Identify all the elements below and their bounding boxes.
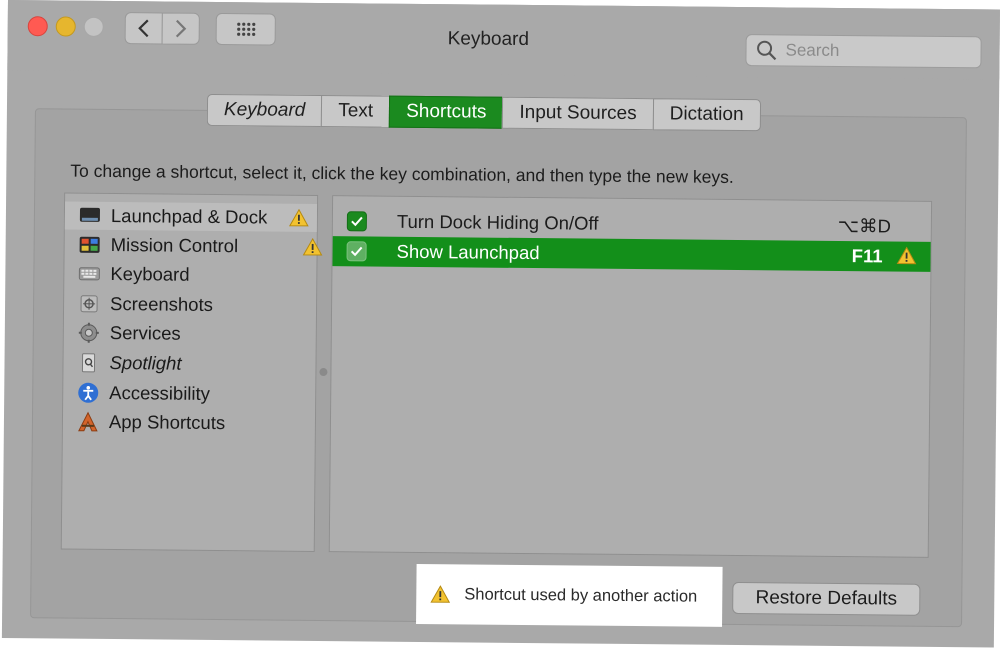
category-label: App Shortcuts [109, 411, 225, 434]
category-label: Spotlight [109, 352, 181, 375]
category-launchpad-dock[interactable]: Launchpad & Dock [65, 202, 317, 232]
gear-icon [78, 323, 100, 343]
tab-shortcuts[interactable]: Shortcuts [389, 96, 503, 129]
close-button[interactable] [28, 16, 48, 36]
shortcut-keys[interactable]: ⌥⌘D [838, 215, 891, 238]
search-icon [755, 39, 777, 61]
shortcut-list[interactable]: Turn Dock Hiding On/Off ⌥⌘D Show Launchp… [329, 195, 932, 558]
preferences-window: Keyboard Keyboard Text Shortcuts Input S… [2, 0, 1000, 647]
split-view-handle[interactable] [319, 368, 327, 376]
show-all-button[interactable] [216, 13, 276, 46]
shortcut-label: Turn Dock Hiding On/Off [397, 211, 599, 235]
category-services[interactable]: Services [78, 319, 181, 348]
shortcut-checkbox[interactable] [347, 211, 367, 231]
category-label: Accessibility [109, 382, 210, 405]
tab-dictation[interactable]: Dictation [652, 98, 760, 131]
tab-keyboard[interactable]: Keyboard [207, 94, 322, 127]
category-label: Mission Control [111, 234, 239, 257]
category-accessibility[interactable]: Accessibility [77, 379, 210, 408]
conflict-legend: Shortcut used by another action [416, 564, 723, 627]
search-field[interactable] [745, 34, 981, 68]
app-shortcuts-icon [77, 412, 99, 432]
accessibility-icon [77, 383, 99, 403]
warning-icon [303, 238, 323, 256]
checkmark-icon [350, 215, 364, 227]
minimize-button[interactable] [56, 16, 76, 36]
category-mission-control[interactable]: Mission Control [79, 231, 239, 261]
checkmark-icon [350, 245, 364, 257]
zoom-button[interactable] [84, 17, 104, 37]
legend-text: Shortcut used by another action [464, 585, 697, 606]
shortcut-checkbox[interactable] [347, 241, 367, 261]
screenshots-icon [78, 294, 100, 314]
tab-bar: Keyboard Text Shortcuts Input Sources Di… [207, 94, 761, 131]
shortcut-keys[interactable]: F11 [852, 245, 883, 267]
mission-control-icon [79, 235, 101, 255]
window-title: Keyboard [448, 28, 530, 51]
tab-text[interactable]: Text [321, 95, 389, 128]
category-list[interactable]: Launchpad & Dock Mission Control Keyboar… [61, 193, 318, 552]
category-keyboard[interactable]: Keyboard [78, 260, 189, 289]
category-label: Screenshots [110, 293, 213, 316]
chevron-left-icon [137, 18, 151, 38]
category-label: Launchpad & Dock [111, 205, 268, 228]
search-input[interactable] [783, 39, 967, 63]
category-screenshots[interactable]: Screenshots [78, 290, 213, 319]
forward-button[interactable] [162, 12, 200, 44]
tab-input-sources[interactable]: Input Sources [502, 97, 653, 130]
spotlight-icon [77, 353, 99, 373]
warning-icon [897, 247, 917, 265]
title-bar: Keyboard [7, 0, 1000, 80]
grid-icon [217, 14, 275, 45]
warning-icon [430, 585, 450, 603]
category-label: Services [110, 322, 181, 345]
keyboard-icon [78, 264, 100, 284]
shortcut-label: Show Launchpad [396, 241, 539, 264]
warning-icon [289, 209, 309, 227]
category-label: Keyboard [110, 263, 189, 286]
back-button[interactable] [125, 12, 163, 44]
category-app-shortcuts[interactable]: App Shortcuts [77, 408, 225, 437]
shortcut-row-selected[interactable]: Show Launchpad F11 [332, 236, 930, 272]
restore-defaults-button[interactable]: Restore Defaults [732, 582, 920, 616]
chevron-right-icon [174, 19, 188, 39]
category-spotlight[interactable]: Spotlight [77, 349, 181, 378]
launchpad-dock-icon [79, 206, 101, 226]
